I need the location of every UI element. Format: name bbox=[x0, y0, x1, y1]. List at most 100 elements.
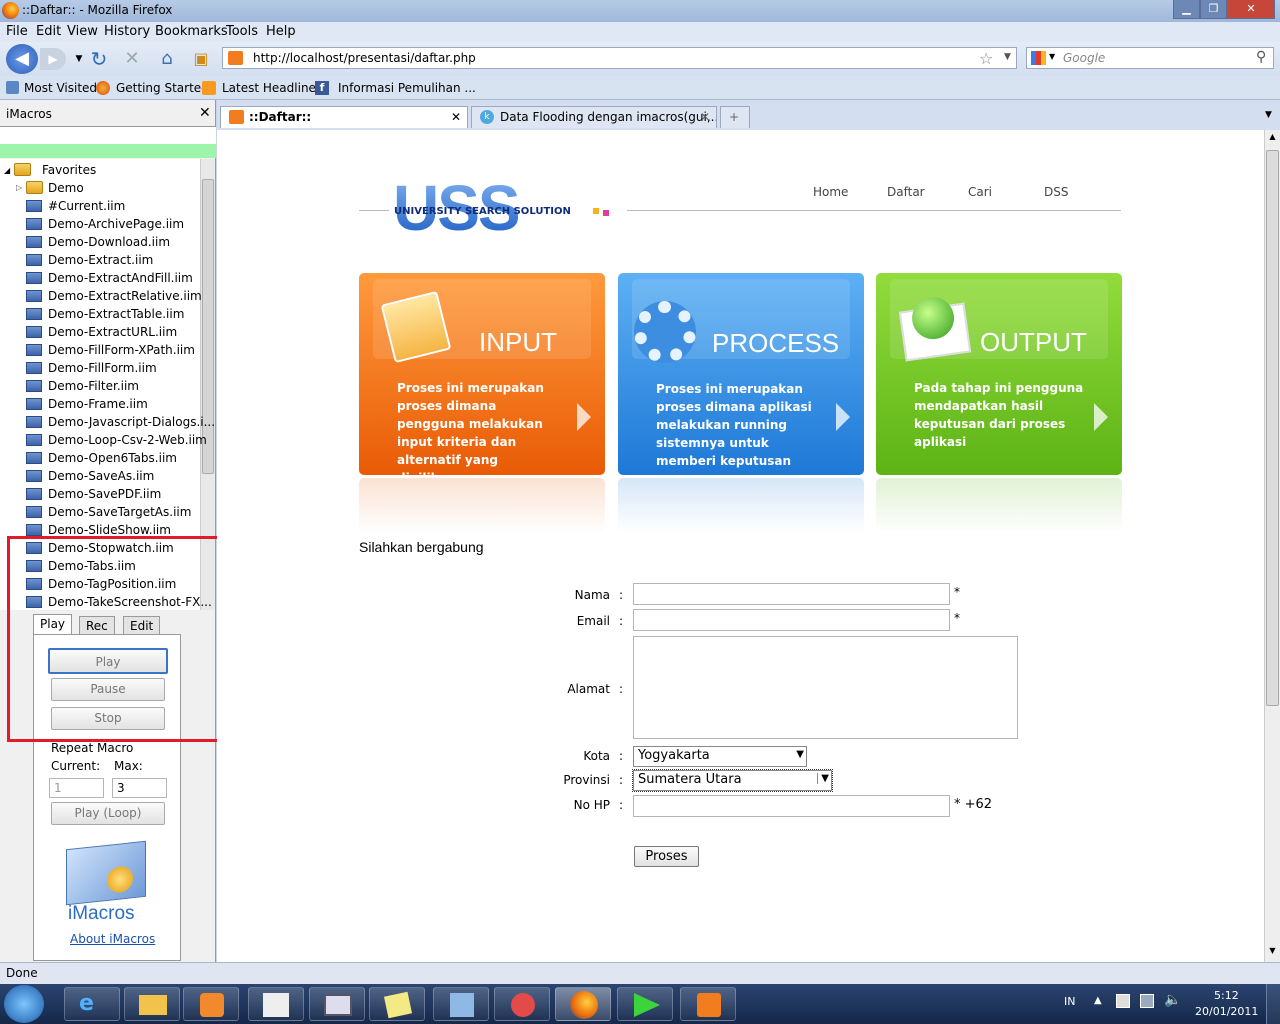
play-loop-button[interactable]: Play (Loop) bbox=[51, 802, 165, 825]
nama-input[interactable] bbox=[633, 583, 950, 605]
menu-edit[interactable]: Edit bbox=[36, 24, 61, 39]
scroll-up-icon[interactable]: ▲ bbox=[1265, 132, 1280, 141]
search-icon[interactable]: ⚲ bbox=[1256, 49, 1266, 65]
winamp-icon[interactable] bbox=[617, 987, 673, 1021]
calendar-icon[interactable] bbox=[248, 987, 304, 1021]
chevron-right-icon[interactable] bbox=[1094, 403, 1108, 431]
current-input[interactable]: 1 bbox=[49, 778, 104, 798]
tree-folder-demo[interactable]: Demo bbox=[48, 181, 84, 195]
tab-close-icon[interactable]: ✕ bbox=[451, 110, 461, 124]
explorer-icon[interactable] bbox=[124, 987, 180, 1021]
search-box[interactable]: ▼ Google ⚲ bbox=[1026, 47, 1274, 69]
clock-time[interactable]: 5:12 bbox=[1214, 989, 1239, 1002]
chevron-right-icon[interactable] bbox=[577, 403, 591, 431]
language-indicator[interactable]: IN bbox=[1064, 995, 1075, 1008]
macro-file-item[interactable]: Demo-ExtractTable.iim bbox=[48, 307, 184, 321]
bookmark-getting-started[interactable]: Getting Started bbox=[116, 81, 209, 95]
nav-dss[interactable]: DSS bbox=[1044, 185, 1068, 199]
new-tab-icon[interactable]: + bbox=[720, 106, 750, 128]
forward-icon[interactable]: ▶ bbox=[40, 48, 66, 70]
sticky-notes-icon[interactable] bbox=[369, 987, 425, 1021]
volume-icon[interactable]: 🔈 bbox=[1164, 992, 1181, 1008]
tab-close-icon[interactable]: ✕ bbox=[700, 110, 710, 124]
network-icon[interactable] bbox=[1140, 994, 1154, 1008]
reload-icon[interactable]: ↻ bbox=[86, 46, 112, 72]
email-input[interactable] bbox=[633, 609, 950, 631]
card-output[interactable]: OUTPUT Pada tahap ini pengguna mendapatk… bbox=[876, 273, 1122, 475]
tray-flag-icon[interactable] bbox=[1116, 994, 1130, 1008]
macro-file-item[interactable]: Demo-Extract.iim bbox=[48, 253, 153, 267]
home-icon[interactable]: ⌂ bbox=[154, 46, 180, 72]
media-player-icon[interactable] bbox=[183, 987, 239, 1021]
xampp-taskbar-icon[interactable] bbox=[680, 987, 736, 1021]
provinsi-select[interactable]: Sumatera Utara ▼ bbox=[632, 769, 833, 792]
tree-scroll-thumb[interactable] bbox=[202, 179, 214, 474]
google-icon[interactable] bbox=[1031, 51, 1046, 65]
paint-icon[interactable] bbox=[494, 987, 550, 1021]
tray-arrow-icon[interactable]: ▲ bbox=[1094, 995, 1102, 1006]
macro-file-item[interactable]: Demo-TakeScreenshot-FX... bbox=[48, 595, 212, 609]
page-scrollbar[interactable]: ▲ ▼ bbox=[1264, 130, 1280, 962]
card-process[interactable]: PROCESS Proses ini merupakan proses dima… bbox=[618, 273, 864, 475]
macro-file-item[interactable]: Demo-SaveTargetAs.iim bbox=[48, 505, 191, 519]
macro-file-item[interactable]: Demo-Tabs.iim bbox=[48, 559, 136, 573]
url-bar[interactable]: http://localhost/presentasi/daftar.php ☆… bbox=[222, 47, 1017, 69]
macro-file-item[interactable]: Demo-Stopwatch.iim bbox=[48, 541, 174, 555]
restore-icon[interactable]: ❐ bbox=[1200, 0, 1227, 19]
menu-tools[interactable]: Tools bbox=[226, 24, 258, 39]
macro-file-item[interactable]: Demo-Open6Tabs.iim bbox=[48, 451, 177, 465]
firefox-taskbar-icon[interactable] bbox=[555, 987, 611, 1021]
imacros-toolbar-icon[interactable]: ▣ bbox=[188, 46, 214, 72]
macro-file-item[interactable]: Demo-ExtractURL.iim bbox=[48, 325, 177, 339]
nohp-input[interactable] bbox=[633, 795, 950, 817]
about-imacros-link[interactable]: About iMacros bbox=[70, 932, 155, 946]
ie-icon[interactable]: e bbox=[64, 987, 120, 1021]
menu-file[interactable]: File bbox=[6, 24, 28, 39]
kota-select[interactable]: Yogyakarta ▼ bbox=[633, 746, 807, 767]
show-desktop-button[interactable] bbox=[1266, 984, 1280, 1024]
close-window-icon[interactable]: ✕ bbox=[1227, 0, 1275, 19]
proses-button[interactable]: Proses bbox=[634, 846, 699, 867]
macro-file-item[interactable]: Demo-ExtractRelative.iim bbox=[48, 289, 202, 303]
macro-file-item[interactable]: Demo-FillForm.iim bbox=[48, 361, 157, 375]
macro-file-item[interactable]: #Current.iim bbox=[48, 199, 125, 213]
tab-list-icon[interactable]: ▼ bbox=[1265, 110, 1272, 120]
macro-file-item[interactable]: Demo-SavePDF.iim bbox=[48, 487, 161, 501]
menu-view[interactable]: View bbox=[67, 24, 98, 39]
menu-history[interactable]: History bbox=[104, 24, 150, 39]
bookmark-star-icon[interactable]: ☆ bbox=[979, 49, 993, 68]
macro-file-item[interactable]: Demo-ExtractAndFill.iim bbox=[48, 271, 193, 285]
macro-file-item[interactable]: Demo-FillForm-XPath.iim bbox=[48, 343, 195, 357]
url-dropdown-icon[interactable]: ▼ bbox=[1004, 52, 1011, 62]
nav-cari[interactable]: Cari bbox=[968, 185, 992, 199]
minimize-icon[interactable]: ▁ bbox=[1173, 0, 1200, 19]
alamat-textarea[interactable] bbox=[633, 636, 1018, 739]
macro-file-item[interactable]: Demo-Loop-Csv-2-Web.iim bbox=[48, 433, 207, 447]
macro-file-item[interactable]: Demo-Filter.iim bbox=[48, 379, 139, 393]
sidebar-close-icon[interactable]: ✕ bbox=[199, 105, 211, 121]
clock-date[interactable]: 20/01/2011 bbox=[1195, 1005, 1258, 1018]
max-input[interactable]: 3 bbox=[112, 778, 167, 798]
macro-file-item[interactable]: Demo-Download.iim bbox=[48, 235, 170, 249]
scroll-down-icon[interactable]: ▼ bbox=[1265, 946, 1280, 955]
menu-bookmarks[interactable]: Bookmarks bbox=[155, 24, 228, 39]
chevron-right-icon[interactable] bbox=[836, 403, 850, 431]
stop-icon[interactable]: ✕ bbox=[119, 46, 145, 72]
search-engine-dropdown-icon[interactable]: ▼ bbox=[1049, 52, 1055, 61]
tree-collapse-icon[interactable]: ▷ bbox=[16, 183, 22, 192]
macro-file-item[interactable]: Demo-Javascript-Dialogs.i... bbox=[48, 415, 215, 429]
nav-home[interactable]: Home bbox=[813, 185, 848, 199]
bookmark-latest-headlines[interactable]: Latest Headlines bbox=[222, 81, 322, 95]
tree-root[interactable]: Favorites bbox=[42, 163, 96, 177]
card-input[interactable]: INPUT Proses ini merupakan proses dimana… bbox=[359, 273, 605, 485]
tab-data-flooding[interactable]: k Data Flooding dengan imacros(gui,... ✕ bbox=[471, 106, 717, 128]
bookmark-informasi[interactable]: Informasi Pemulihan ... bbox=[338, 81, 476, 95]
windows-start-icon[interactable] bbox=[4, 985, 44, 1023]
menu-help[interactable]: Help bbox=[266, 24, 296, 39]
macro-file-item[interactable]: Demo-ArchivePage.iim bbox=[48, 217, 184, 231]
app-icon[interactable] bbox=[433, 987, 489, 1021]
tree-expand-icon[interactable]: ◢ bbox=[4, 166, 10, 175]
macro-file-item[interactable]: Demo-Frame.iim bbox=[48, 397, 148, 411]
macro-file-item[interactable]: Demo-TagPosition.iim bbox=[48, 577, 176, 591]
window-app-icon[interactable] bbox=[309, 987, 365, 1021]
